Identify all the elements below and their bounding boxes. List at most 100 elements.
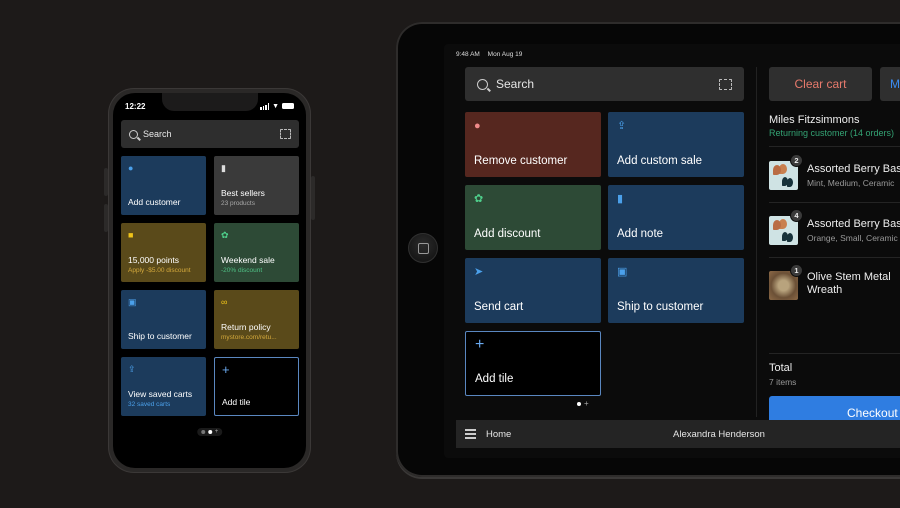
page-dot-active[interactable] (577, 402, 581, 406)
clear-cart-button[interactable]: Clear cart (769, 67, 872, 101)
discount-icon: ✿ (221, 230, 229, 240)
send-icon: ➤ (474, 266, 484, 278)
person-icon: ● (128, 163, 134, 173)
tile-add-tile[interactable]: + Add tile (214, 357, 299, 416)
menu-icon[interactable] (465, 429, 476, 439)
truck-icon: ▣ (128, 297, 137, 307)
divider (769, 202, 900, 203)
tile-label: 15,000 points (128, 255, 180, 266)
tile-label: Ship to customer (617, 301, 704, 313)
tile-label: Add tile (475, 373, 514, 385)
tile-ship-to-customer[interactable]: ▣ Ship to customer (121, 290, 206, 349)
tile-return-policy[interactable]: ∞ Return policy mystore.com/retu... (214, 290, 299, 349)
plus-icon: + (475, 336, 485, 353)
tile-label: Best sellers (221, 188, 265, 199)
page-dot[interactable] (200, 430, 205, 434)
tile-add-tile[interactable]: + Add tile (465, 331, 601, 396)
cart-panel: Clear cart M Miles Fitzsimmons Returning… (757, 44, 900, 429)
tile-label: Weekend sale (221, 255, 275, 266)
cart-item[interactable]: 2 Assorted Berry Bas Mint, Medium, Ceram… (769, 154, 900, 197)
tablet-screen: 9:48 AM Mon Aug 19 Search ● Remove custo… (444, 44, 900, 458)
tile-label: Ship to customer (128, 331, 192, 342)
customer-status: Returning customer (14 orders) (769, 128, 895, 138)
plus-icon: + (222, 362, 230, 377)
search-icon (129, 129, 138, 139)
volume-down-button (104, 204, 108, 232)
divider (769, 353, 900, 354)
tile-label: Return policy (221, 322, 271, 333)
signal-icon (260, 102, 270, 110)
tile-label: Send cart (474, 301, 524, 313)
search-icon (477, 78, 488, 90)
current-user[interactable]: Alexandra Henderson (673, 429, 765, 440)
person-icon: ● (474, 120, 481, 132)
tile-label: Add customer (128, 197, 181, 208)
tile-send-cart[interactable]: ➤ Send cart (465, 258, 601, 323)
tile-label: View saved carts (128, 389, 193, 400)
tile-view-saved-carts[interactable]: ⇪ View saved carts 32 saved carts (121, 357, 206, 416)
tile-sub: mystore.com/retu... (221, 333, 277, 341)
tile-label: Add custom sale (617, 155, 703, 167)
tile-label: Remove customer (474, 155, 568, 167)
tile-sub: 32 saved carts (128, 400, 171, 408)
tile-add-custom-sale[interactable]: ⇪ Add custom sale (608, 112, 744, 177)
home-link[interactable]: Home (486, 429, 511, 440)
tile-label: Add tile (222, 397, 251, 408)
more-button[interactable]: M (880, 67, 900, 101)
total-items: 7 items (769, 377, 797, 387)
divider (769, 146, 900, 147)
phone-device: 12:22 ▼ Search ● Add customer ▮ Best sel… (104, 88, 315, 473)
truck-icon: ▣ (617, 266, 628, 278)
barcode-scan-icon[interactable] (280, 129, 291, 139)
link-icon: ∞ (221, 297, 228, 307)
add-page-icon[interactable]: + (584, 400, 589, 408)
total-label: Total (769, 362, 793, 374)
upload-icon: ⇪ (617, 120, 627, 132)
battery-icon (282, 103, 294, 109)
item-name: Assorted Berry Bas (807, 163, 900, 175)
tile-weekend-sale[interactable]: ✿ Weekend sale -20% discount (214, 223, 299, 282)
quantity-badge: 1 (790, 264, 803, 277)
tile-best-sellers[interactable]: ▮ Best sellers 23 products (214, 156, 299, 215)
tile-label: Add discount (474, 228, 541, 240)
points-icon: ■ (128, 230, 134, 240)
tile-add-discount[interactable]: ✿ Add discount (465, 185, 601, 250)
tile-sub: Apply -$5.00 discount (128, 266, 191, 274)
tile-sub: 23 products (221, 199, 255, 207)
tablet-status-bar: 9:48 AM Mon Aug 19 (456, 51, 528, 58)
status-time: 12:22 (125, 101, 146, 111)
search-input[interactable]: Search (121, 120, 299, 148)
discount-icon: ✿ (474, 193, 484, 205)
page-dot-active[interactable] (207, 430, 212, 434)
status-date: Mon Aug 19 (487, 51, 523, 58)
add-page-icon[interactable]: + (215, 429, 219, 435)
wifi-icon: ▼ (272, 102, 279, 110)
divider (769, 257, 900, 258)
item-name: Assorted Berry Bas (807, 218, 900, 230)
document-icon: ▮ (221, 163, 226, 173)
quantity-badge: 2 (790, 154, 803, 167)
tile-label: Add note (617, 228, 664, 240)
cart-item[interactable]: 1 Olive Stem Metal Wreath (769, 264, 900, 307)
tile-points[interactable]: ■ 15,000 points Apply -$5.00 discount (121, 223, 206, 282)
page-indicator[interactable]: + (577, 400, 589, 408)
search-placeholder: Search (496, 77, 535, 91)
tile-add-note[interactable]: ▮ Add note (608, 185, 744, 250)
cart-item[interactable]: 4 Assorted Berry Bas Orange, Small, Cera… (769, 209, 900, 252)
home-button[interactable] (408, 233, 438, 263)
tile-remove-customer[interactable]: ● Remove customer (465, 112, 601, 177)
tile-add-customer[interactable]: ● Add customer (121, 156, 206, 215)
tile-ship-to-customer[interactable]: ▣ Ship to customer (608, 258, 744, 323)
page-indicator[interactable]: + (196, 428, 223, 436)
tablet-device: 9:48 AM Mon Aug 19 Search ● Remove custo… (396, 22, 900, 477)
note-icon: ▮ (617, 193, 624, 205)
item-variant: Orange, Small, Ceramic (807, 233, 898, 243)
barcode-scan-icon[interactable] (719, 78, 732, 90)
volume-up-button (104, 168, 108, 196)
saved-cart-icon: ⇪ (128, 364, 136, 374)
phone-screen: 12:22 ▼ Search ● Add customer ▮ Best sel… (113, 93, 306, 468)
item-variant: Mint, Medium, Ceramic (807, 178, 895, 188)
tablet-tile-grid: ● Remove customer ⇪ Add custom sale ✿ Ad… (465, 112, 744, 396)
search-input[interactable]: Search (465, 67, 744, 101)
customer-name[interactable]: Miles Fitzsimmons (769, 114, 859, 126)
